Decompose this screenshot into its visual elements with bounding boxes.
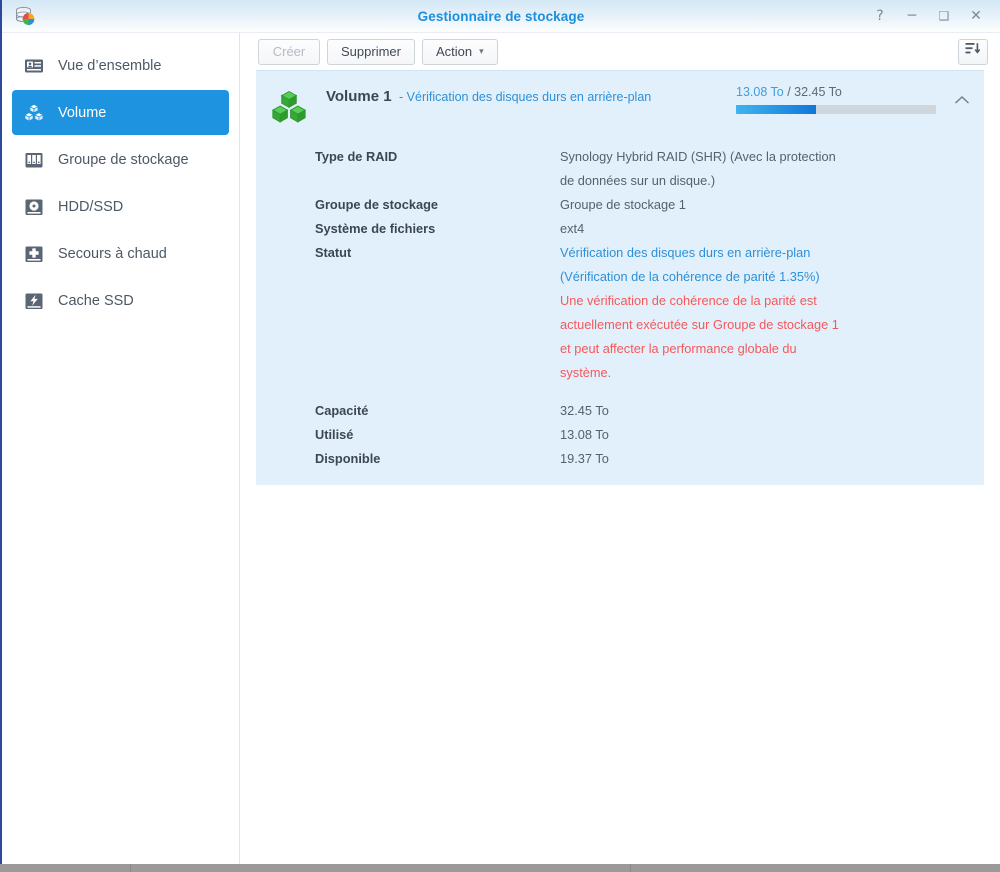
sort-button[interactable]	[958, 38, 988, 65]
sidebar-item-hot-spare[interactable]: Secours à chaud	[12, 231, 229, 276]
taskbar-divider	[630, 864, 631, 872]
table-row: Groupe de stockage Groupe de stockage 1	[256, 193, 984, 217]
detail-value-line: Une vérification de cohérence de la pari…	[560, 293, 817, 308]
sidebar-item-label: Groupe de stockage	[58, 151, 189, 168]
detail-value-line: 13.08 To	[560, 427, 609, 442]
window-controls: ? ─ ❑ ✕	[873, 9, 1000, 23]
volume-list: Volume 1 - Vérification des disques durs…	[240, 70, 1000, 485]
hot-spare-icon	[23, 243, 45, 265]
gauge-label: 13.08 To / 32.45 To	[736, 85, 946, 99]
detail-value: 19.37 To	[560, 447, 984, 471]
toolbar: Créer Supprimer Action ▾	[240, 33, 1000, 70]
detail-value-line: Groupe de stockage 1	[560, 197, 686, 212]
table-row-spacer	[256, 385, 984, 399]
detail-label: Utilisé	[315, 427, 354, 442]
help-icon[interactable]: ?	[873, 9, 887, 23]
detail-value: Vérification des disques durs en arrière…	[560, 241, 984, 385]
create-button[interactable]: Créer	[258, 38, 320, 65]
sort-descending-icon	[965, 42, 981, 61]
desktop-taskbar	[0, 864, 1000, 872]
disk-icon	[23, 196, 45, 218]
sidebar-item-volume[interactable]: Volume	[12, 90, 229, 135]
sidebar-item-label: HDD/SSD	[58, 198, 124, 215]
action-button[interactable]: Action ▾	[421, 38, 498, 65]
detail-label: Capacité	[315, 403, 369, 418]
sidebar-item-label: Vue d’ensemble	[58, 57, 162, 74]
content-area: Créer Supprimer Action ▾ Volume 1 - Véri…	[240, 33, 1000, 864]
overview-icon	[23, 55, 45, 77]
sidebar-item-storage-pool[interactable]: Groupe de stockage	[12, 137, 229, 182]
capacity-gauge: 13.08 To / 32.45 To	[736, 85, 946, 114]
detail-value-line: de données sur un disque.)	[560, 173, 716, 188]
window-body: Vue d’ensemble Volume Groupe de stockage…	[2, 33, 1000, 864]
capacity-progress-fill	[736, 105, 816, 114]
sidebar-item-label: Volume	[58, 104, 107, 121]
detail-value: 32.45 To	[560, 399, 984, 423]
table-row: Type de RAID Synology Hybrid RAID (SHR) (…	[256, 145, 984, 193]
action-button-label: Action	[435, 44, 473, 59]
detail-value: ext4	[560, 217, 984, 241]
gauge-separator: /	[783, 85, 795, 99]
volume-header: Volume 1 - Vérification des disques durs…	[256, 71, 984, 137]
detail-label: Disponible	[315, 451, 381, 466]
storage-pool-icon	[23, 149, 45, 171]
table-row: Système de fichiers ext4	[256, 217, 984, 241]
minimize-icon[interactable]: ─	[905, 9, 919, 23]
detail-value-line: et peut affecter la performance globale …	[560, 341, 797, 356]
window-title: Gestionnaire de stockage	[417, 8, 585, 24]
volume-title: Volume 1	[326, 88, 392, 105]
window-titlebar: Gestionnaire de stockage ? ─ ❑ ✕	[2, 0, 1000, 33]
maximize-icon[interactable]: ❑	[937, 10, 951, 22]
detail-value: Groupe de stockage 1	[560, 193, 984, 217]
delete-button[interactable]: Supprimer	[327, 38, 415, 65]
detail-label: Type de RAID	[315, 149, 398, 164]
storage-manager-window: Gestionnaire de stockage ? ─ ❑ ✕ Vue d’e…	[0, 0, 1000, 864]
table-row: Capacité 32.45 To	[256, 399, 984, 423]
sidebar: Vue d’ensemble Volume Groupe de stockage…	[2, 33, 240, 864]
chevron-down-icon: ▾	[479, 46, 484, 56]
detail-value: Synology Hybrid RAID (SHR) (Avec la prot…	[560, 145, 984, 193]
detail-value: 13.08 To	[560, 423, 984, 447]
volume-panel[interactable]: Volume 1 - Vérification des disques durs…	[256, 70, 984, 485]
table-row: Disponible 19.37 To	[256, 447, 984, 471]
detail-value-line: (Vérification de la cohérence de parité …	[560, 269, 820, 284]
sidebar-item-ssd-cache[interactable]: Cache SSD	[12, 278, 229, 323]
toolbar-right	[958, 38, 988, 65]
detail-value-line: Synology Hybrid RAID (SHR) (Avec la prot…	[560, 149, 836, 164]
sidebar-item-overview[interactable]: Vue d’ensemble	[12, 43, 229, 88]
chevron-up-icon[interactable]	[954, 93, 970, 108]
capacity-progress-bar	[736, 105, 936, 114]
gauge-total-value: 32.45 To	[794, 85, 842, 99]
storage-manager-icon	[14, 5, 36, 27]
volume-subtitle: - Vérification des disques durs en arriè…	[399, 90, 652, 104]
ssd-cache-icon	[23, 290, 45, 312]
detail-value-line: système.	[560, 365, 612, 380]
detail-label: Statut	[315, 245, 352, 260]
detail-label: Groupe de stockage	[315, 197, 439, 212]
table-row: Statut Vérification des disques durs en a…	[256, 241, 984, 385]
gauge-used-value: 13.08 To	[736, 85, 784, 99]
green-cubes-icon	[270, 88, 310, 131]
detail-value-line: ext4	[560, 221, 585, 236]
detail-value-line: 19.37 To	[560, 451, 609, 466]
detail-label: Système de fichiers	[315, 221, 436, 236]
volume-cubes-icon	[23, 102, 45, 124]
volume-details-table: Type de RAID Synology Hybrid RAID (SHR) (…	[256, 145, 984, 471]
sidebar-item-hdd-ssd[interactable]: HDD/SSD	[12, 184, 229, 229]
table-row: Utilisé 13.08 To	[256, 423, 984, 447]
close-icon[interactable]: ✕	[969, 9, 983, 23]
detail-value-line: 32.45 To	[560, 403, 609, 418]
detail-value-line: actuellement exécutée sur Groupe de stoc…	[560, 317, 839, 332]
taskbar-divider	[130, 864, 131, 872]
volume-title-group: Volume 1 - Vérification des disques durs…	[326, 85, 651, 106]
detail-value-line: Vérification des disques durs en arrière…	[560, 245, 811, 260]
sidebar-item-label: Cache SSD	[58, 292, 134, 309]
sidebar-item-label: Secours à chaud	[58, 245, 167, 262]
